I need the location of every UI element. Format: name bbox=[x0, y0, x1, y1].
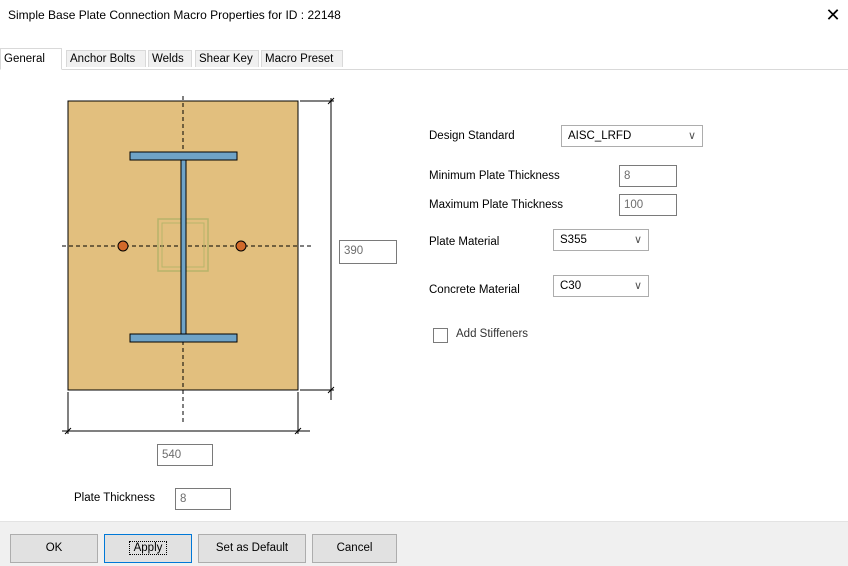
bottom-flange bbox=[129, 333, 238, 343]
max-plate-thickness-label: Maximum Plate Thickness bbox=[429, 199, 563, 211]
height-dimension-line bbox=[300, 97, 335, 400]
width-dimension-line bbox=[62, 392, 310, 435]
column-web bbox=[180, 159, 187, 335]
top-flange bbox=[129, 151, 238, 161]
plate-thickness-label: Plate Thickness bbox=[74, 492, 155, 504]
concrete-material-label: Concrete Material bbox=[429, 284, 520, 296]
plate-material-select[interactable]: S355 ∨ bbox=[553, 229, 649, 251]
max-plate-thickness-field[interactable]: 100 bbox=[619, 194, 677, 216]
plate-thickness-field[interactable]: 8 bbox=[175, 488, 231, 510]
plate-width-field[interactable]: 540 bbox=[157, 444, 213, 466]
set-as-default-button[interactable]: Set as Default bbox=[198, 534, 306, 563]
design-standard-label: Design Standard bbox=[429, 130, 515, 142]
design-standard-value: AISC_LRFD bbox=[568, 130, 632, 142]
min-plate-thickness-field[interactable]: 8 bbox=[619, 165, 677, 187]
cancel-button[interactable]: Cancel bbox=[312, 534, 397, 563]
plate-height-field[interactable]: 390 bbox=[339, 240, 397, 264]
base-plate-diagram bbox=[62, 96, 335, 435]
dialog-footer: OK Apply Set as Default Cancel bbox=[0, 521, 848, 566]
chevron-down-icon: ∨ bbox=[633, 280, 642, 292]
chevron-down-icon: ∨ bbox=[633, 234, 642, 246]
plate-material-label: Plate Material bbox=[429, 236, 500, 248]
anchor-bolt-right bbox=[235, 240, 247, 252]
design-standard-select[interactable]: AISC_LRFD ∨ bbox=[561, 125, 703, 147]
apply-button[interactable]: Apply bbox=[104, 534, 192, 563]
plate-material-value: S355 bbox=[560, 234, 587, 246]
add-stiffeners-label: Add Stiffeners bbox=[456, 328, 529, 340]
ok-button[interactable]: OK bbox=[10, 534, 98, 563]
concrete-material-select[interactable]: C30 ∨ bbox=[553, 275, 649, 297]
add-stiffeners-checkbox[interactable] bbox=[433, 328, 448, 343]
apply-button-label: Apply bbox=[128, 541, 168, 555]
min-plate-thickness-label: Minimum Plate Thickness bbox=[429, 170, 560, 182]
anchor-bolt-left bbox=[117, 240, 129, 252]
chevron-down-icon: ∨ bbox=[687, 130, 696, 142]
concrete-material-value: C30 bbox=[560, 280, 582, 292]
